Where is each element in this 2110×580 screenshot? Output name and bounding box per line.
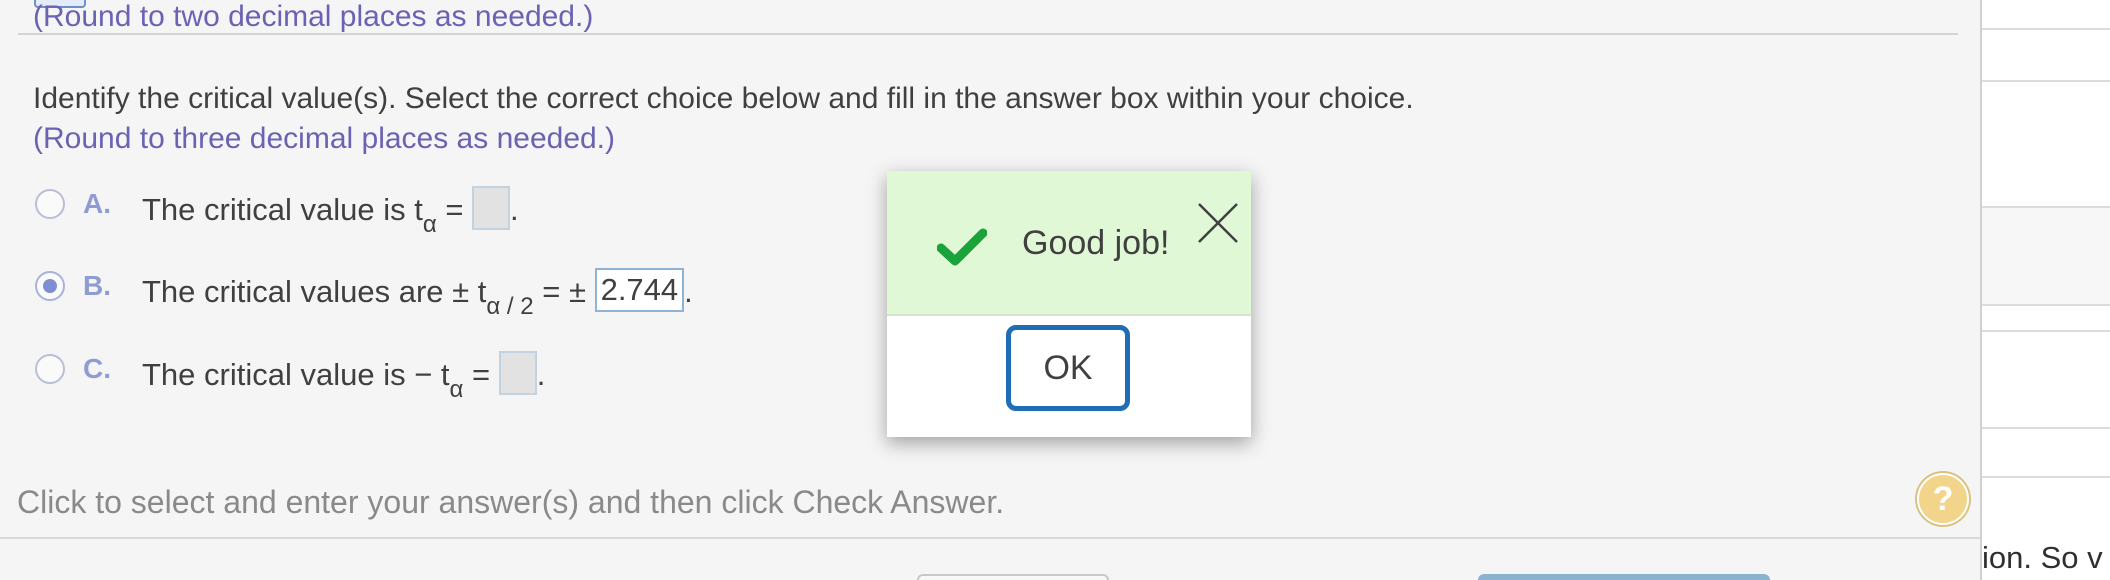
radio-selected-dot (43, 279, 57, 293)
side-panel (1980, 0, 2110, 580)
choice-b-radio[interactable] (35, 271, 65, 301)
side-panel-divider (1982, 476, 2110, 478)
side-panel-divider (1982, 206, 2110, 208)
choice-b-subscript: α / 2 (486, 293, 534, 321)
choice-c-answer-box[interactable] (498, 351, 537, 395)
choice-b-statement: The critical values are ± tα / 2 = ± 2.7… (142, 268, 693, 320)
choice-c-letter: C. (83, 353, 111, 384)
choice-a-text: The critical value is t (142, 192, 423, 228)
dialog-header: Good job! (887, 171, 1251, 316)
previous-hint-text: (Round to two decimal places as needed.) (33, 0, 594, 33)
side-panel-divider (1982, 80, 2110, 82)
choice-a-period: . (510, 192, 519, 228)
question-instruction: Identify the critical value(s). Select t… (33, 82, 1414, 115)
side-panel-divider (1982, 427, 2110, 429)
choice-b-text: The critical values are ± t (142, 274, 487, 310)
check-answer-button-partial[interactable] (1478, 574, 1770, 580)
dialog-message: Good job! (1022, 224, 1170, 262)
side-panel-divider (1982, 330, 2110, 332)
top-strip: (Round to two decimal places as needed.) (0, 0, 1980, 34)
choice-a-subscript: α (422, 211, 437, 239)
divider (18, 33, 1958, 35)
side-panel-divider (1982, 28, 2110, 30)
bottom-button-partial[interactable] (917, 574, 1109, 580)
choice-b-letter: B. (83, 270, 111, 301)
help-button[interactable]: ? (1917, 473, 1969, 525)
side-panel-divider (1982, 304, 2110, 306)
choice-c-period: . (536, 357, 546, 393)
choice-c-radio[interactable] (35, 354, 65, 384)
choice-a-equals: = (436, 192, 473, 228)
feedback-dialog: Good job! OK (887, 171, 1251, 437)
choice-c-statement: The critical value is − tα = . (142, 351, 546, 403)
side-panel-text: ion. So v (1982, 540, 2103, 575)
choice-a-answer-box[interactable] (472, 186, 511, 230)
side-panel-row (1982, 208, 2110, 304)
close-icon[interactable] (1196, 201, 1240, 245)
choice-a-letter: A. (83, 188, 111, 219)
choice-c-text: The critical value is − t (142, 357, 450, 393)
choice-a-radio[interactable] (35, 189, 65, 219)
choice-c-equals: = (463, 357, 499, 393)
footer-instruction: Click to select and enter your answer(s)… (17, 484, 1005, 520)
question-mark-icon: ? (1932, 480, 1954, 518)
choice-b-period: . (684, 274, 693, 310)
rounding-hint: (Round to three decimal places as needed… (33, 122, 616, 155)
checkmark-icon (937, 228, 987, 266)
choice-c-subscript: α (449, 376, 464, 404)
choice-b-answer-box[interactable]: 2.744 (594, 268, 685, 312)
choice-b-equals: = ± (533, 274, 595, 310)
footer-divider (0, 537, 1980, 539)
ok-button[interactable]: OK (1006, 325, 1130, 411)
choice-a-statement: The critical value is tα = . (142, 186, 519, 238)
